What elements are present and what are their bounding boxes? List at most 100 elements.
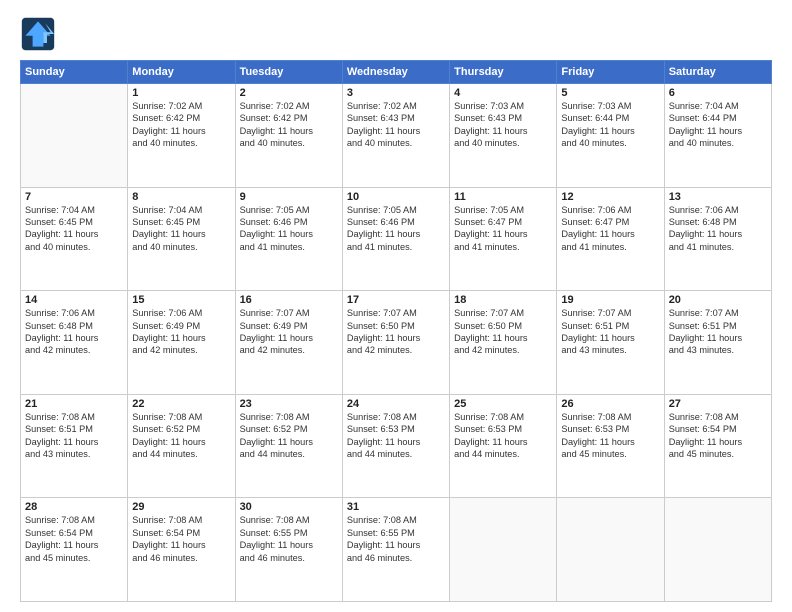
cell-info: Sunrise: 7:06 AM: [561, 204, 659, 216]
daylight-line1: Daylight: 11 hours: [561, 228, 659, 240]
cell-info: Sunset: 6:52 PM: [132, 423, 230, 435]
calendar-cell: 5Sunrise: 7:03 AMSunset: 6:44 PMDaylight…: [557, 84, 664, 188]
daylight-line2: and 40 minutes.: [132, 241, 230, 253]
calendar-cell: 17Sunrise: 7:07 AMSunset: 6:50 PMDayligh…: [342, 291, 449, 395]
calendar-cell: 19Sunrise: 7:07 AMSunset: 6:51 PMDayligh…: [557, 291, 664, 395]
cell-info: Sunset: 6:55 PM: [347, 527, 445, 539]
cell-info: Sunset: 6:45 PM: [132, 216, 230, 228]
daylight-line2: and 44 minutes.: [240, 448, 338, 460]
cell-info: Sunrise: 7:07 AM: [454, 307, 552, 319]
cell-info: Sunrise: 7:08 AM: [454, 411, 552, 423]
cell-info: Sunrise: 7:07 AM: [240, 307, 338, 319]
daylight-line1: Daylight: 11 hours: [454, 332, 552, 344]
daylight-line1: Daylight: 11 hours: [347, 332, 445, 344]
cell-info: Sunrise: 7:07 AM: [561, 307, 659, 319]
cell-info: Sunrise: 7:04 AM: [669, 100, 767, 112]
cell-info: Sunset: 6:46 PM: [347, 216, 445, 228]
cell-info: Sunrise: 7:06 AM: [132, 307, 230, 319]
daylight-line1: Daylight: 11 hours: [347, 436, 445, 448]
cell-info: Sunset: 6:42 PM: [132, 112, 230, 124]
cell-info: Sunset: 6:47 PM: [454, 216, 552, 228]
calendar-cell: 22Sunrise: 7:08 AMSunset: 6:52 PMDayligh…: [128, 394, 235, 498]
day-number: 26: [561, 398, 659, 410]
week-row-1: 1Sunrise: 7:02 AMSunset: 6:42 PMDaylight…: [21, 84, 772, 188]
cell-info: Sunrise: 7:04 AM: [132, 204, 230, 216]
daylight-line1: Daylight: 11 hours: [25, 228, 123, 240]
daylight-line2: and 46 minutes.: [132, 552, 230, 564]
cell-info: Sunrise: 7:05 AM: [454, 204, 552, 216]
calendar-table: SundayMondayTuesdayWednesdayThursdayFrid…: [20, 60, 772, 602]
daylight-line1: Daylight: 11 hours: [454, 125, 552, 137]
day-number: 12: [561, 191, 659, 203]
cell-info: Sunset: 6:48 PM: [669, 216, 767, 228]
cell-info: Sunrise: 7:02 AM: [132, 100, 230, 112]
calendar-cell: 27Sunrise: 7:08 AMSunset: 6:54 PMDayligh…: [664, 394, 771, 498]
daylight-line1: Daylight: 11 hours: [132, 332, 230, 344]
daylight-line2: and 40 minutes.: [347, 137, 445, 149]
calendar-cell: 25Sunrise: 7:08 AMSunset: 6:53 PMDayligh…: [450, 394, 557, 498]
daylight-line2: and 46 minutes.: [347, 552, 445, 564]
daylight-line2: and 41 minutes.: [454, 241, 552, 253]
calendar-cell: 9Sunrise: 7:05 AMSunset: 6:46 PMDaylight…: [235, 187, 342, 291]
daylight-line2: and 41 minutes.: [240, 241, 338, 253]
daylight-line1: Daylight: 11 hours: [669, 332, 767, 344]
logo-icon: [20, 16, 56, 52]
cell-info: Sunset: 6:54 PM: [132, 527, 230, 539]
cell-info: Sunrise: 7:08 AM: [561, 411, 659, 423]
calendar-cell: 20Sunrise: 7:07 AMSunset: 6:51 PMDayligh…: [664, 291, 771, 395]
daylight-line2: and 40 minutes.: [454, 137, 552, 149]
calendar-cell: 16Sunrise: 7:07 AMSunset: 6:49 PMDayligh…: [235, 291, 342, 395]
calendar-cell: 26Sunrise: 7:08 AMSunset: 6:53 PMDayligh…: [557, 394, 664, 498]
day-number: 17: [347, 294, 445, 306]
daylight-line1: Daylight: 11 hours: [347, 539, 445, 551]
daylight-line2: and 41 minutes.: [347, 241, 445, 253]
cell-info: Sunset: 6:43 PM: [454, 112, 552, 124]
day-number: 19: [561, 294, 659, 306]
calendar-cell: [450, 498, 557, 602]
daylight-line2: and 41 minutes.: [669, 241, 767, 253]
daylight-line2: and 44 minutes.: [454, 448, 552, 460]
cell-info: Sunset: 6:52 PM: [240, 423, 338, 435]
cell-info: Sunset: 6:53 PM: [454, 423, 552, 435]
day-number: 10: [347, 191, 445, 203]
calendar-cell: 2Sunrise: 7:02 AMSunset: 6:42 PMDaylight…: [235, 84, 342, 188]
daylight-line1: Daylight: 11 hours: [347, 228, 445, 240]
day-number: 9: [240, 191, 338, 203]
cell-info: Sunset: 6:45 PM: [25, 216, 123, 228]
day-number: 20: [669, 294, 767, 306]
day-number: 24: [347, 398, 445, 410]
cell-info: Sunrise: 7:08 AM: [132, 411, 230, 423]
day-number: 4: [454, 87, 552, 99]
day-number: 31: [347, 501, 445, 513]
daylight-line2: and 40 minutes.: [669, 137, 767, 149]
calendar-cell: 28Sunrise: 7:08 AMSunset: 6:54 PMDayligh…: [21, 498, 128, 602]
day-number: 30: [240, 501, 338, 513]
cell-info: Sunrise: 7:07 AM: [669, 307, 767, 319]
cell-info: Sunset: 6:49 PM: [240, 320, 338, 332]
cell-info: Sunset: 6:51 PM: [25, 423, 123, 435]
cell-info: Sunrise: 7:04 AM: [25, 204, 123, 216]
daylight-line2: and 42 minutes.: [347, 344, 445, 356]
day-number: 7: [25, 191, 123, 203]
day-number: 3: [347, 87, 445, 99]
week-row-5: 28Sunrise: 7:08 AMSunset: 6:54 PMDayligh…: [21, 498, 772, 602]
calendar-cell: 23Sunrise: 7:08 AMSunset: 6:52 PMDayligh…: [235, 394, 342, 498]
day-number: 13: [669, 191, 767, 203]
day-number: 16: [240, 294, 338, 306]
calendar-cell: 1Sunrise: 7:02 AMSunset: 6:42 PMDaylight…: [128, 84, 235, 188]
daylight-line2: and 46 minutes.: [240, 552, 338, 564]
cell-info: Sunset: 6:51 PM: [669, 320, 767, 332]
day-number: 14: [25, 294, 123, 306]
cell-info: Sunrise: 7:02 AM: [347, 100, 445, 112]
daylight-line1: Daylight: 11 hours: [132, 436, 230, 448]
daylight-line2: and 41 minutes.: [561, 241, 659, 253]
day-number: 23: [240, 398, 338, 410]
cell-info: Sunset: 6:50 PM: [454, 320, 552, 332]
daylight-line1: Daylight: 11 hours: [669, 436, 767, 448]
cell-info: Sunset: 6:48 PM: [25, 320, 123, 332]
daylight-line2: and 44 minutes.: [132, 448, 230, 460]
daylight-line1: Daylight: 11 hours: [25, 539, 123, 551]
cell-info: Sunrise: 7:03 AM: [454, 100, 552, 112]
cell-info: Sunrise: 7:02 AM: [240, 100, 338, 112]
calendar-cell: 21Sunrise: 7:08 AMSunset: 6:51 PMDayligh…: [21, 394, 128, 498]
